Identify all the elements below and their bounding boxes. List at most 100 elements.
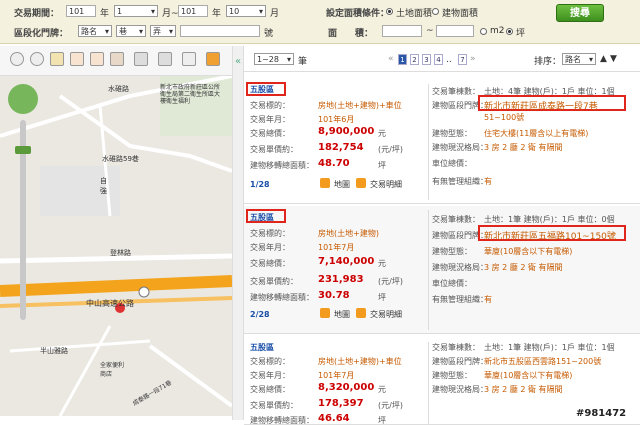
collapse-panel-button[interactable]: « (232, 46, 244, 420)
total-key: 交易總價： (250, 385, 290, 394)
pan-hand-icon[interactable] (50, 52, 64, 66)
count-key: 交易筆棟數： (432, 343, 480, 352)
size-label: 面 積： (328, 29, 374, 39)
alley-select[interactable]: 弄 ▾ (150, 25, 176, 37)
map-label-store: 全家便利商店 (100, 362, 125, 378)
layout-value: 3 房 2 廳 2 衛 有隔間 (484, 385, 563, 394)
address-value: 新北市新莊區成泰路一段7巷 (484, 102, 598, 112)
type-value: 房地(土地+建物) (318, 229, 379, 238)
page-ellipsis: .. (446, 55, 452, 65)
map-link[interactable]: 地圖 (334, 309, 350, 320)
year-to-input[interactable]: 101 (178, 5, 208, 17)
layout-value: 3 房 2 廳 2 衛 有隔間 (484, 143, 563, 152)
page-3[interactable]: 3 (422, 54, 431, 65)
search-button[interactable]: 搜尋 (556, 4, 604, 22)
unit-price-key: 交易單價約： (250, 277, 298, 286)
total-key: 交易總價： (250, 129, 290, 138)
count-key: 交易筆棟數： (432, 215, 480, 224)
page-7[interactable]: 7 (458, 54, 467, 65)
transaction-card[interactable]: 五股區 交易標的： 房地(土地+建物)+車位 交易年月： 101年6月 交易總價… (244, 80, 640, 204)
zoom-slider-handle[interactable] (15, 146, 31, 154)
size-min-input[interactable] (382, 25, 422, 37)
area-key: 建物移轉總面積： (250, 293, 314, 302)
pan-control[interactable] (8, 84, 38, 114)
unit-price-unit: (元/坪) (378, 277, 403, 286)
zoom-in-icon[interactable] (10, 52, 24, 66)
total-value: 8,320,000 (318, 382, 375, 393)
size-max-input[interactable] (436, 25, 474, 37)
management-key: 有無管理組織： (432, 177, 488, 186)
land-area-radio[interactable] (386, 8, 393, 15)
month-sep: 月~ (162, 9, 179, 19)
search-panel: 交易期間： 101 年 1 ▾ 月~ 101 年 10 ▾ 月 設定面積條件： 土地… (0, 0, 640, 44)
building-area-radio[interactable] (432, 8, 439, 15)
date-key: 交易年月： (250, 243, 290, 252)
sort-desc-icon[interactable]: ▼ (610, 54, 617, 64)
measure-distance-icon[interactable] (70, 52, 84, 66)
total-unit: 元 (378, 385, 386, 394)
card-divider (428, 84, 429, 200)
period-label: 交易期間： (14, 9, 60, 19)
address-value-cont: 51~100號 (484, 113, 525, 122)
card-index: 2/28 (250, 310, 270, 319)
year-from-input[interactable]: 101 (66, 5, 96, 17)
building-type-key: 建物型態： (432, 371, 472, 380)
month-to-select[interactable]: 10 ▾ (226, 5, 266, 17)
detail-link[interactable]: 交易明細 (370, 309, 402, 320)
page-4[interactable]: 4 (434, 54, 443, 65)
ping-radio[interactable] (506, 28, 513, 35)
district-label[interactable]: 五股區 (250, 212, 274, 223)
detail-link[interactable]: 交易明細 (370, 179, 402, 190)
transaction-card[interactable]: 五股區 交易標的： 房地(土地+建物) 交易年月： 101年7月 交易總價： 7… (244, 206, 640, 334)
date-key: 交易年月： (250, 115, 290, 124)
lane-select[interactable]: 巷 ▾ (116, 25, 146, 37)
size-sep: ~ (426, 26, 434, 36)
layout-key: 建物現況格局： (432, 385, 488, 394)
map-view[interactable]: 水碓路 新北市政府新莊區公所衛生局第二衛生所區大樓衛生福利 水碓路59巷 自強 … (0, 76, 232, 416)
date-value: 101年7月 (318, 371, 355, 380)
number-input[interactable] (180, 25, 260, 37)
map-toolbar (0, 46, 232, 76)
district-label[interactable]: 五股區 (250, 342, 274, 353)
print-icon[interactable] (158, 52, 172, 66)
marker-icon[interactable] (110, 52, 124, 66)
last-page-icon[interactable]: » (470, 54, 476, 64)
unit-price-key: 交易單價約： (250, 145, 298, 154)
year-unit: 年 (100, 9, 110, 19)
page-1[interactable]: 1 (398, 54, 407, 65)
double-chevron-left-icon: « (235, 56, 242, 67)
sort-select[interactable]: 路名 ▾ (562, 53, 596, 65)
fullscreen-icon[interactable] (182, 52, 196, 66)
map-label-ziqiang: 自強 (100, 177, 107, 195)
management-value: 有 (484, 295, 492, 304)
total-value: 8,900,000 (318, 126, 375, 137)
unit-price-value: 178,397 (318, 398, 364, 409)
month-to-unit: 月 (270, 9, 280, 19)
layer-icon[interactable] (134, 52, 148, 66)
unit-price-unit: (元/坪) (378, 401, 403, 410)
first-page-icon[interactable]: « (388, 54, 394, 64)
total-value: 7,140,000 (318, 256, 375, 267)
district-label[interactable]: 五股區 (250, 84, 274, 95)
address-key: 建物區段門牌： (432, 357, 488, 366)
date-value: 101年6月 (318, 115, 355, 124)
zoom-out-icon[interactable] (30, 52, 44, 66)
total-unit: 元 (378, 129, 386, 138)
date-value: 101年7月 (318, 243, 355, 252)
m2-radio[interactable] (480, 28, 487, 35)
settings-icon[interactable] (206, 52, 220, 66)
map-link-icon (320, 178, 330, 188)
m2-label: m2 (490, 26, 505, 36)
range-select[interactable]: 1~28 ▾ (254, 53, 294, 65)
sort-asc-icon[interactable]: ▲ (600, 54, 607, 64)
building-type-value: 華廈(10層含以下有電梯) (484, 247, 573, 256)
type-value: 房地(土地+建物)+車位 (318, 101, 402, 110)
area-key: 建物移轉總面積： (250, 161, 314, 170)
layout-key: 建物現況格局： (432, 263, 488, 272)
road-select[interactable]: 路名 ▾ (78, 25, 112, 37)
map-link[interactable]: 地圖 (334, 179, 350, 190)
month-from-select[interactable]: 1 ▾ (114, 5, 158, 17)
measure-area-icon[interactable] (90, 52, 104, 66)
page-2[interactable]: 2 (410, 54, 419, 65)
address-label: 區段化門牌： (14, 29, 69, 39)
